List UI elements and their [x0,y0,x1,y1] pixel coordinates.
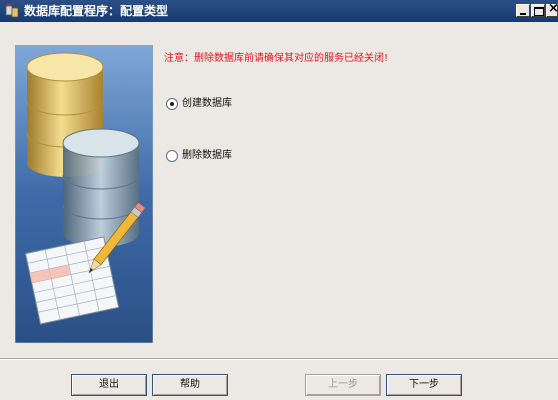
next-step-button[interactable]: 下一步 [386,374,462,396]
maximize-button[interactable] [531,4,545,17]
radio-button-delete[interactable] [166,150,178,162]
footer-divider [0,358,558,360]
close-button[interactable] [546,2,558,17]
minimize-button[interactable] [516,4,530,17]
help-button[interactable]: 帮助 [152,374,228,396]
exit-button[interactable]: 退出 [71,374,147,396]
dialog-window: 数据库配置程序：配置类型 × 注意：删除数据库前请确保其对应的服务已经关闭! 创… [0,0,558,400]
window-title: 数据库配置程序：配置类型 [24,4,169,18]
create-database-label: 创建数据库 [182,98,232,109]
title-bar[interactable]: 数据库配置程序：配置类型 [0,0,558,22]
database-illustration [15,45,153,343]
delete-database-label: 删除数据库 [182,150,232,161]
radio-button-create[interactable] [166,98,178,110]
radio-selected-dot [170,102,174,106]
warning-text: 注意：删除数据库前请确保其对应的服务已经关闭! [164,53,389,64]
app-icon [5,4,19,18]
previous-step-button[interactable]: 上一步 [305,374,381,396]
